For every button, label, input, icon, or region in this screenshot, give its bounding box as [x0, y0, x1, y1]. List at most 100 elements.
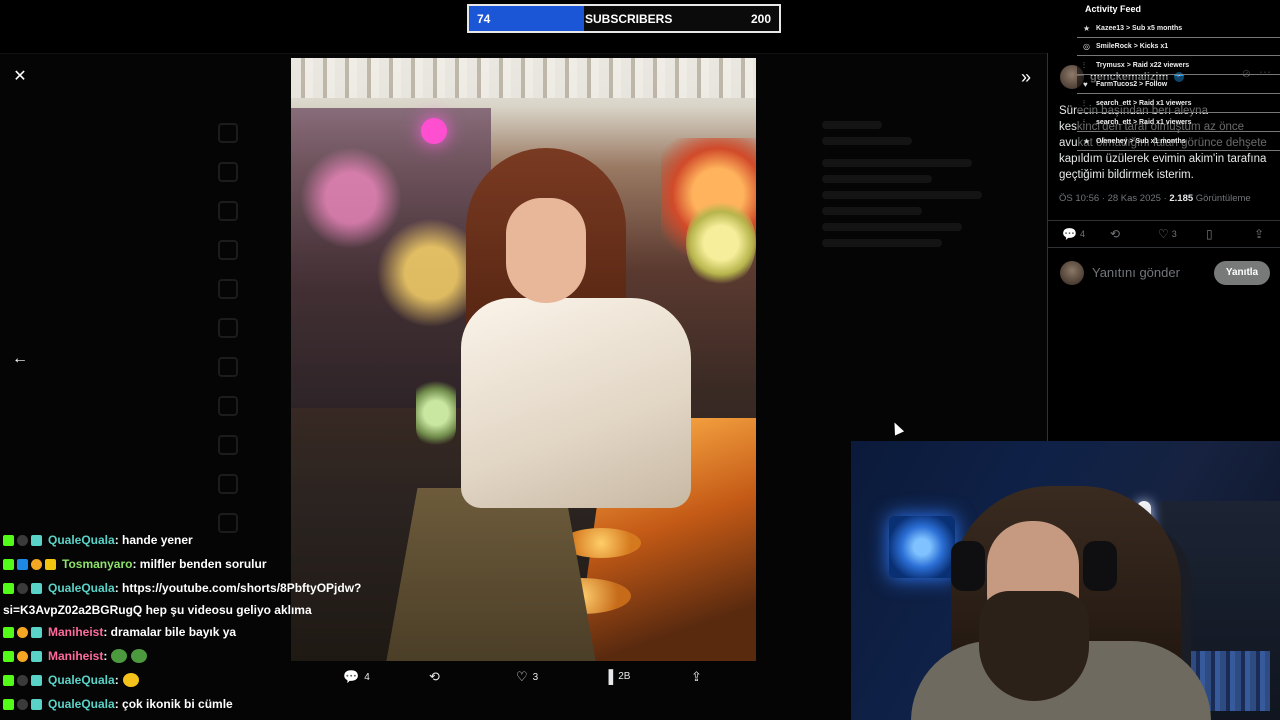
- kick-badge-icon: [3, 582, 14, 594]
- chat-username[interactable]: QualeQuala: [48, 673, 115, 687]
- raid-icon: ⫶: [1083, 117, 1085, 127]
- chat-text: : https://youtube.com/shorts/8PbftyOPjdw…: [114, 581, 362, 595]
- share-icon: ⇪: [691, 669, 702, 684]
- flowers: [686, 198, 756, 288]
- heart-icon: ♡: [1158, 227, 1169, 241]
- nav-icon: [218, 512, 238, 533]
- streamer-beard: [979, 591, 1089, 701]
- tweet-timestamp[interactable]: ÖS 10:56 · 28 Kas 2025 ·: [1059, 193, 1169, 204]
- arrow-left-icon[interactable]: ←: [10, 349, 30, 369]
- reply-button[interactable]: 💬 4: [1062, 227, 1085, 241]
- yellow-emote-icon: [122, 673, 139, 687]
- chat-text: : dramalar bile bayık ya: [103, 625, 237, 639]
- activity-item: ⫶ Trymusx > Raid x22 viewers: [1077, 57, 1280, 75]
- star-icon: ★: [1083, 24, 1091, 33]
- woman-face: [506, 198, 586, 303]
- sub-badge-icon: [17, 650, 28, 662]
- chat-message: QualeQuala : hande yener: [3, 533, 193, 547]
- subscriber-goal-target: 200: [750, 12, 771, 26]
- reply-composer: Yanıtını gönder Yanıtla: [1060, 258, 1270, 288]
- chat-username[interactable]: Maniheist: [48, 625, 103, 639]
- photo-action-bar: 💬 4 ⟲ ♡ 3 ▐ 2B ⇪: [291, 664, 756, 692]
- photo-reply-button[interactable]: 💬 4: [343, 669, 370, 685]
- avatar: [1060, 261, 1084, 285]
- background-nav: [218, 113, 288, 542]
- pepe-emote-icon: [131, 649, 148, 663]
- chat-text: :: [114, 673, 119, 687]
- chat-text: : hande yener: [114, 533, 193, 547]
- activity-item: ⫶ search_ett > Raid x1 viewers: [1077, 95, 1280, 113]
- photo-views-count: 2B: [618, 671, 631, 682]
- balustrade: [291, 58, 756, 98]
- like-count: 3: [1171, 229, 1177, 239]
- activity-item: ★ Olenehey > Sub x1 months: [1077, 133, 1280, 151]
- tweet-views-label: Görüntüleme: [1193, 193, 1251, 204]
- nav-icon: [218, 239, 238, 260]
- nav-icon: [218, 473, 238, 494]
- close-icon[interactable]: ✕: [10, 67, 30, 87]
- bookmark-button[interactable]: ▯: [1206, 227, 1213, 241]
- neon-clock: [889, 516, 955, 578]
- tweet-action-bar: 💬 4 ⟲ ♡ 3 ▯ ⇪: [1048, 220, 1280, 248]
- activity-item: ◎ SmileRock > Kicks x1: [1077, 38, 1280, 56]
- activity-item: ⫶ search_ett > Raid x1 viewers: [1077, 114, 1280, 132]
- tweet-photo[interactable]: [291, 58, 756, 661]
- raid-icon: ⫶: [1083, 98, 1085, 108]
- woman-skirt: [386, 488, 596, 661]
- timer-badge-icon: [17, 582, 28, 594]
- activity-feed-title: Activity Feed: [1085, 4, 1142, 14]
- subscriber-count: 74: [477, 12, 491, 26]
- headphones: [951, 541, 985, 591]
- gift-badge-icon: [31, 698, 42, 710]
- sub-badge-icon: [31, 558, 42, 570]
- neon-sign: [421, 118, 447, 144]
- share-icon: ⇪: [1254, 227, 1265, 241]
- crown-badge-icon: [45, 558, 56, 570]
- gift-badge-icon: [31, 534, 42, 546]
- chat-text: :: [103, 649, 108, 663]
- nav-icon: [218, 395, 238, 416]
- nav-icon: [218, 434, 238, 455]
- photo-retweet-button[interactable]: ⟲: [429, 669, 440, 685]
- share-button[interactable]: ⇪: [1254, 227, 1264, 241]
- streamer-webcam: [851, 441, 1280, 720]
- photo-like-count: 3: [532, 671, 539, 683]
- chat-message: QualeQuala :: [3, 673, 139, 687]
- activity-feed: Activity Feed ★ Kazee13 > Sub x5 months ◎…: [1077, 0, 1280, 160]
- kick-badge-icon: [3, 534, 14, 546]
- speech-bubble-icon: 💬: [1062, 227, 1077, 241]
- gift-badge-icon: [31, 650, 42, 662]
- activity-item: ★ Kazee13 > Sub x5 months: [1077, 20, 1280, 38]
- chat-username[interactable]: Maniheist: [48, 649, 103, 663]
- photo-like-button[interactable]: ♡ 3: [516, 669, 538, 685]
- star-icon: ★: [1083, 137, 1091, 146]
- chat-username[interactable]: QualeQuala: [48, 533, 115, 547]
- chat-text: : milfler benden sorulur: [132, 557, 267, 571]
- sub-badge-icon: [17, 626, 28, 638]
- chat-message: QualeQuala : https://youtube.com/shorts/…: [3, 581, 361, 595]
- nav-icon: [218, 122, 238, 143]
- chat-username[interactable]: QualeQuala: [48, 697, 115, 711]
- raid-icon: ⫶: [1083, 60, 1085, 70]
- kick-badge-icon: [3, 558, 14, 570]
- retweet-icon: ⟲: [429, 669, 440, 684]
- double-chevron-right-icon[interactable]: »: [1016, 67, 1036, 87]
- reply-submit-button[interactable]: Yanıtla: [1214, 261, 1270, 285]
- like-button[interactable]: ♡ 3: [1158, 227, 1177, 241]
- chat-username[interactable]: Tosmanyaro: [62, 557, 132, 571]
- kick-badge-icon: [3, 626, 14, 638]
- gift-badge-icon: [31, 674, 42, 686]
- bookmark-icon: ▯: [1206, 227, 1213, 241]
- bar-chart-icon: ▐: [604, 669, 614, 684]
- nav-icon: [218, 161, 238, 182]
- photo-share-button[interactable]: ⇪: [691, 669, 702, 685]
- background-sidebar: [822, 113, 1042, 255]
- reply-input[interactable]: Yanıtını gönder: [1092, 265, 1180, 280]
- chat-username[interactable]: QualeQuala: [48, 581, 115, 595]
- gift-badge-icon: [31, 582, 42, 594]
- retweet-button[interactable]: ⟲: [1110, 227, 1120, 241]
- nav-icon: [218, 356, 238, 377]
- photo-views-button[interactable]: ▐ 2B: [604, 669, 630, 684]
- speech-bubble-icon: 💬: [343, 669, 360, 684]
- chat-text: : çok ikonik bi cümle: [114, 697, 233, 711]
